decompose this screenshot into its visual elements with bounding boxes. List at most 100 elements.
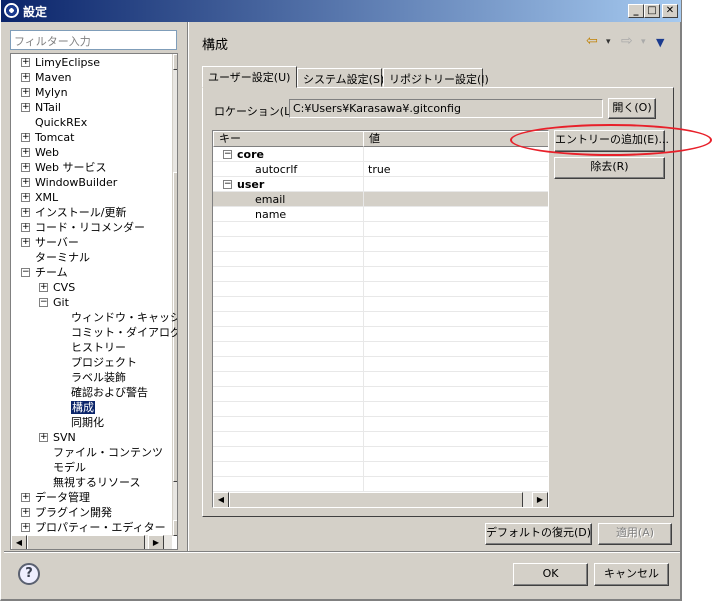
tree-item[interactable]: + NTail (21, 100, 61, 115)
table-horizontal-scrollbar[interactable]: ◀ ▶ (213, 492, 548, 507)
restore-defaults-button[interactable]: デフォルトの復元(D) (485, 523, 592, 545)
forward-arrow-icon[interactable]: ⇨ (621, 33, 633, 49)
tree-item[interactable]: + XML (21, 190, 58, 205)
preferences-tree[interactable]: ▲ ▼ ◀ ▶ + LimyEclipse + Maven + Mylyn + NTail Qu… (10, 53, 178, 550)
table-row[interactable] (213, 402, 548, 417)
tree-item[interactable]: + Maven (21, 70, 71, 85)
tree-item[interactable]: ウィンドウ・キャッシュ (57, 310, 177, 325)
expand-icon[interactable]: + (21, 163, 30, 172)
expand-icon[interactable]: + (21, 508, 30, 517)
tree-item[interactable]: QuickREx (21, 115, 87, 130)
tree-item[interactable]: + サーバー (21, 235, 79, 250)
tree-item[interactable]: − Git (39, 295, 69, 310)
scroll-left-icon[interactable]: ◀ (11, 535, 27, 549)
expand-icon[interactable]: + (39, 283, 48, 292)
table-row[interactable]: − user (213, 177, 548, 192)
scroll-down-icon[interactable]: ▼ (173, 520, 177, 536)
open-button[interactable]: 開く(O) (608, 98, 656, 119)
tree-horizontal-scrollbar[interactable]: ◀ ▶ (11, 535, 172, 549)
collapse-icon[interactable]: − (223, 180, 232, 189)
tree-item[interactable]: モデル (39, 460, 86, 475)
table-row[interactable]: autocrlf true (213, 162, 548, 177)
close-button[interactable]: ✕ (662, 4, 678, 18)
expand-icon[interactable]: + (21, 223, 30, 232)
apply-button[interactable]: 適用(A) (598, 523, 672, 545)
back-dropdown-icon[interactable]: ▾ (606, 37, 611, 47)
table-row[interactable] (213, 417, 548, 432)
expand-icon[interactable]: + (21, 493, 30, 502)
table-row[interactable] (213, 447, 548, 462)
scroll-right-icon[interactable]: ▶ (148, 535, 164, 549)
cancel-button[interactable]: キャンセル (594, 563, 669, 586)
maximize-button[interactable]: □ (644, 4, 660, 18)
table-row[interactable] (213, 372, 548, 387)
title-bar[interactable]: 設定 _ □ ✕ (1, 0, 681, 22)
tree-item[interactable]: + Tomcat (21, 130, 74, 145)
table-hscroll-thumb[interactable] (229, 492, 523, 507)
collapse-icon[interactable]: − (223, 150, 232, 159)
tree-item[interactable]: + インストール/更新 (21, 205, 127, 220)
table-row[interactable] (213, 357, 548, 372)
table-row[interactable]: − core (213, 147, 548, 162)
tree-item[interactable]: − チーム (21, 265, 68, 280)
table-row[interactable]: name (213, 207, 548, 222)
expand-icon[interactable]: + (21, 103, 30, 112)
tree-item[interactable]: ヒストリー (57, 340, 126, 355)
expand-icon[interactable]: + (21, 88, 30, 97)
table-row[interactable] (213, 342, 548, 357)
back-arrow-icon[interactable]: ⇦ (586, 33, 598, 49)
minimize-button[interactable]: _ (628, 4, 644, 18)
expand-icon[interactable]: + (21, 58, 30, 67)
ok-button[interactable]: OK (513, 563, 588, 586)
expand-icon[interactable]: + (21, 523, 30, 532)
tree-vertical-scrollbar[interactable]: ▲ ▼ (172, 54, 177, 536)
table-row[interactable] (213, 387, 548, 402)
remove-button[interactable]: 除去(R) (554, 157, 665, 179)
table-row[interactable] (213, 297, 548, 312)
table-row[interactable] (213, 267, 548, 282)
expand-icon[interactable]: + (21, 178, 30, 187)
view-menu-icon[interactable]: ▼ (656, 36, 664, 49)
forward-dropdown-icon[interactable]: ▾ (641, 37, 646, 47)
table-scroll-right-icon[interactable]: ▶ (532, 492, 548, 507)
help-icon[interactable]: ? (18, 563, 40, 585)
expand-icon[interactable]: + (21, 133, 30, 142)
tab-system-settings[interactable]: システム設定(S) (297, 68, 384, 87)
tree-item[interactable]: + Web サービス (21, 160, 106, 175)
filter-input[interactable]: フィルター入力 (10, 30, 177, 50)
tree-item[interactable]: + SVN (39, 430, 76, 445)
expand-icon[interactable]: + (21, 148, 30, 157)
expand-icon[interactable]: + (21, 238, 30, 247)
tree-item[interactable]: 構成 (57, 400, 95, 415)
table-row[interactable] (213, 312, 548, 327)
sash-divider[interactable] (187, 22, 189, 552)
tree-item[interactable]: 確認および警告 (57, 385, 148, 400)
table-row[interactable] (213, 327, 548, 342)
collapse-icon[interactable]: − (21, 268, 30, 277)
tree-item[interactable]: + コード・リコメンダー (21, 220, 145, 235)
table-header-key[interactable]: キー (213, 131, 364, 147)
table-row[interactable] (213, 252, 548, 267)
tree-item[interactable]: ファイル・コンテンツ (39, 445, 163, 460)
hscroll-thumb[interactable] (27, 535, 145, 549)
tab-repository-settings[interactable]: リポジトリー設定(I) (383, 68, 489, 87)
expand-icon[interactable]: + (21, 73, 30, 82)
tree-item[interactable]: コミット・ダイアログ (57, 325, 177, 340)
expand-icon[interactable]: + (21, 193, 30, 202)
tree-item[interactable]: + Web (21, 145, 59, 160)
config-table[interactable]: キー 値 − core autocrlf true − user email name ◀ ▶ (212, 130, 549, 508)
table-scroll-left-icon[interactable]: ◀ (213, 492, 229, 507)
table-row[interactable] (213, 237, 548, 252)
tree-item[interactable]: + データ管理 (21, 490, 90, 505)
tree-item[interactable]: 同期化 (57, 415, 104, 430)
tree-item[interactable]: + プラグイン開発 (21, 505, 112, 520)
tree-item[interactable]: 無視するリソース (39, 475, 140, 490)
table-row[interactable] (213, 462, 548, 477)
table-row[interactable] (213, 477, 548, 492)
tree-item[interactable]: + CVS (39, 280, 75, 295)
expand-icon[interactable]: + (21, 208, 30, 217)
table-row[interactable]: email (213, 192, 548, 207)
tree-item[interactable]: ターミナル (21, 250, 90, 265)
tree-item[interactable]: ラベル装飾 (57, 370, 126, 385)
collapse-icon[interactable]: − (39, 298, 48, 307)
